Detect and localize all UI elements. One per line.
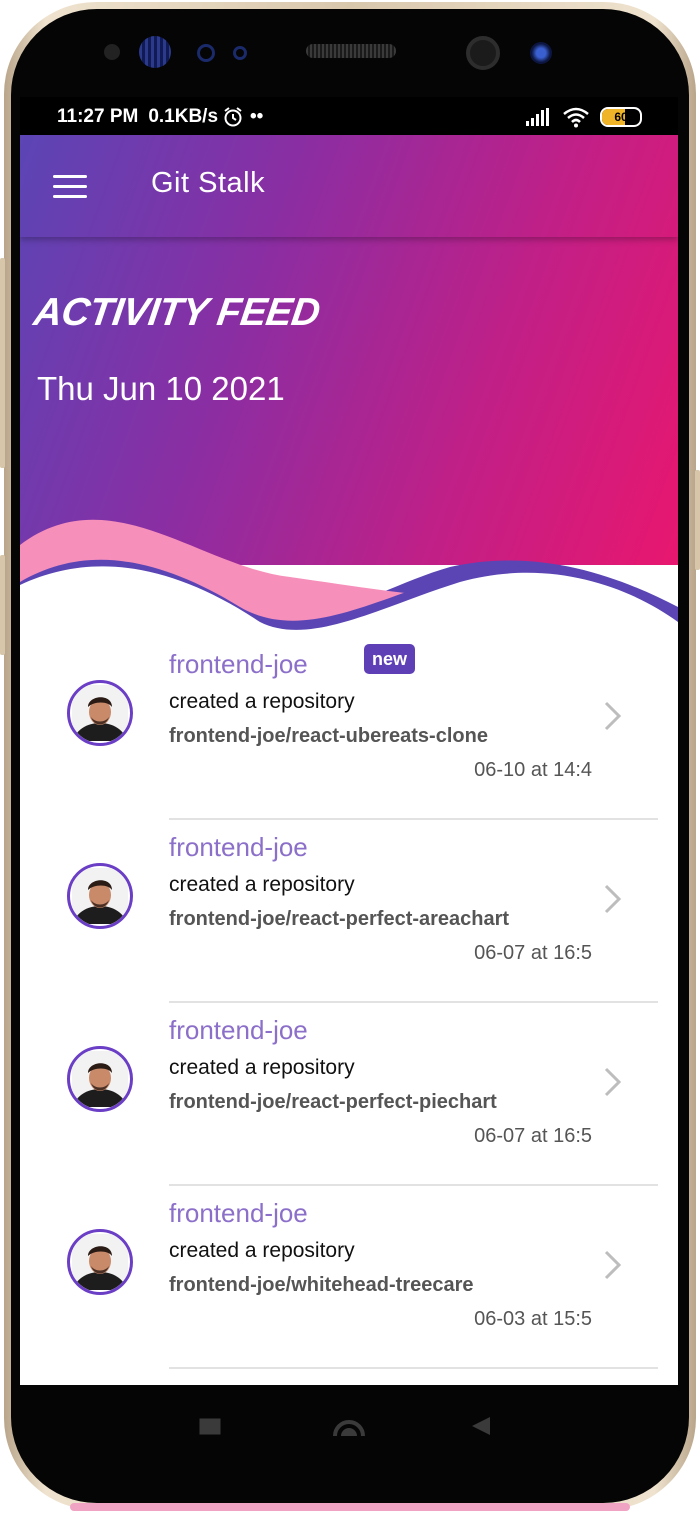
sensor-dot	[104, 44, 120, 60]
header-wave-decoration	[20, 519, 678, 647]
feed-item-action: created a repository	[169, 1056, 355, 1079]
page-title: ACTIVITY FEED	[31, 291, 323, 334]
feed-item-username[interactable]: frontend-joe	[169, 832, 308, 863]
chevron-right-icon[interactable]	[602, 699, 624, 733]
chevron-right-icon[interactable]	[602, 1065, 624, 1099]
circle-home-icon[interactable]	[331, 1412, 367, 1436]
feed-item-time: 06-07 at 16:5	[474, 942, 592, 964]
feed-item-username[interactable]: frontend-joe	[169, 649, 308, 680]
signal-bars-icon	[526, 108, 549, 126]
feed-item-action: created a repository	[169, 1239, 355, 1262]
square-recents-icon[interactable]	[199, 1418, 223, 1436]
feed-item[interactable]: frontend-joe created a repository frontend…	[20, 1186, 678, 1369]
status-left: 11:27 PM 0.1KB/s ••	[57, 106, 263, 128]
status-right: 60	[526, 106, 642, 128]
feed-item[interactable]: frontend-joe created a repository frontend…	[20, 1003, 678, 1186]
feed-item-action: created a repository	[169, 873, 355, 896]
phone-bottom-glow	[70, 1503, 630, 1511]
chevron-right-icon[interactable]	[602, 882, 624, 916]
avatar[interactable]	[67, 1229, 133, 1295]
phone-side-button	[0, 555, 5, 655]
battery-level: 60	[614, 110, 628, 124]
avatar[interactable]	[67, 863, 133, 929]
status-bar: 11:27 PM 0.1KB/s •• 60	[20, 97, 678, 135]
avatar[interactable]	[67, 680, 133, 746]
earpiece-speaker	[306, 44, 396, 58]
wifi-icon	[563, 107, 589, 128]
front-camera-icon	[530, 42, 552, 64]
activity-feed-list: frontend-joe new created a repository front…	[20, 637, 678, 1369]
feed-item-time: 06-10 at 14:4	[474, 759, 592, 781]
status-dots: ••	[250, 106, 264, 127]
phone-side-button	[695, 470, 700, 570]
app-screen: 11:27 PM 0.1KB/s •• 60 Git Stalk ACTIVIT…	[20, 97, 678, 1385]
feed-item-time: 06-07 at 16:5	[474, 1125, 592, 1147]
feed-date: Thu Jun 10 2021	[37, 370, 285, 407]
feed-item-repo[interactable]: frontend-joe/react-perfect-piechart	[169, 1091, 497, 1114]
phone-side-button	[0, 258, 5, 468]
new-badge: new	[364, 644, 416, 674]
status-time: 11:27 PM	[57, 106, 139, 127]
divider	[169, 1367, 658, 1369]
camera-lens-icon	[139, 36, 171, 68]
avatar[interactable]	[67, 1046, 133, 1112]
hamburger-menu-icon[interactable]	[53, 175, 87, 199]
status-net-speed: 0.1KB/s	[148, 106, 219, 127]
feed-item-time: 06-03 at 15:5	[474, 1308, 592, 1330]
app-title: Git Stalk	[151, 167, 266, 199]
triangle-back-icon[interactable]	[469, 1415, 493, 1437]
feed-item-repo[interactable]: frontend-joe/whitehead-treecare	[169, 1274, 474, 1297]
alarm-clock-icon	[224, 107, 242, 127]
front-camera-icon	[466, 36, 500, 70]
feed-item-username[interactable]: frontend-joe	[169, 1015, 308, 1046]
feed-item-username[interactable]: frontend-joe	[169, 1198, 308, 1229]
feed-item[interactable]: frontend-joe created a repository frontend…	[20, 820, 678, 1003]
feed-item-repo[interactable]: frontend-joe/react-perfect-areachart	[169, 908, 509, 931]
sensor-dot	[233, 46, 247, 60]
chevron-right-icon[interactable]	[602, 1248, 624, 1282]
feed-item[interactable]: frontend-joe new created a repository front…	[20, 637, 678, 820]
system-nav-bar	[20, 1385, 678, 1470]
toolbar: Git Stalk	[20, 135, 678, 237]
sensor-dot	[197, 44, 215, 62]
battery-icon: 60	[600, 107, 642, 127]
feed-item-repo[interactable]: frontend-joe/react-ubereats-clone	[169, 725, 488, 748]
feed-item-action: created a repository	[169, 690, 355, 713]
